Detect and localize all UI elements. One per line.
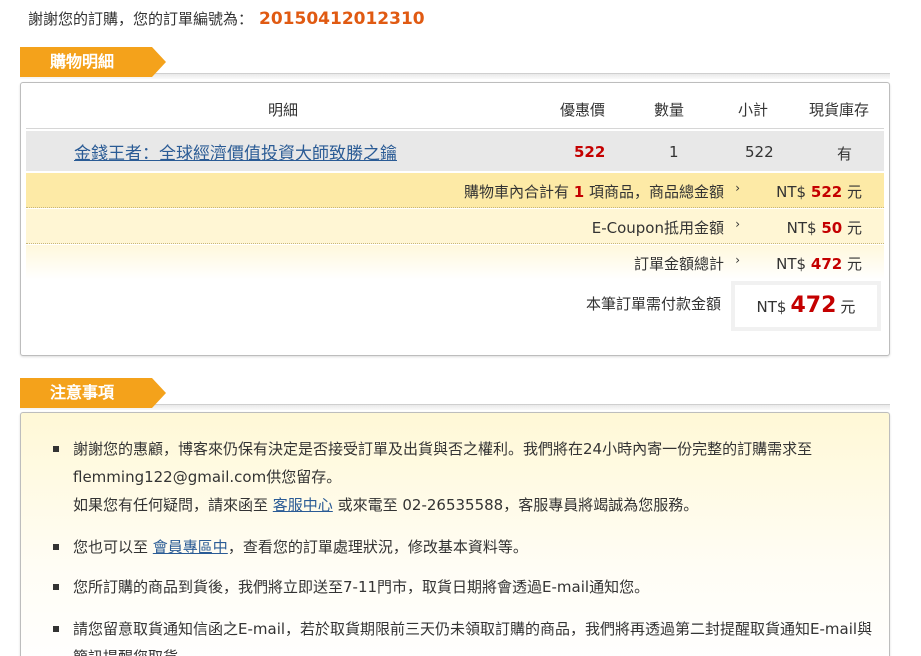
notice-section-tab: 注意事項	[20, 378, 166, 408]
item-stock: 有	[837, 145, 853, 163]
arrow-icon: ›	[735, 253, 740, 267]
bullet-icon	[53, 544, 59, 550]
cart-total-row: 購物車內合計有 1 項商品，商品總金額 › NT$ 522 元	[26, 173, 884, 208]
member-area-link[interactable]: 會員專區中	[153, 538, 228, 556]
detail-section-tab: 購物明細	[20, 47, 166, 77]
table-header: 明細 優惠價 數量 小計 現貨庫存	[26, 85, 884, 129]
item-title-link[interactable]: 金錢王者：全球經濟價值投資大師致勝之鑰	[74, 139, 397, 164]
purchase-detail-panel: 明細 優惠價 數量 小計 現貨庫存 金錢王者：全球經濟價值投資大師致勝之鑰 52…	[20, 82, 890, 356]
customer-service-link[interactable]: 客服中心	[273, 496, 333, 514]
arrow-icon: ›	[735, 181, 740, 195]
col-price: 優惠價	[560, 101, 606, 119]
col-detail: 明細	[268, 101, 299, 119]
bullet-icon	[53, 446, 59, 452]
col-stock: 現貨庫存	[809, 101, 870, 119]
arrow-icon: ›	[735, 217, 740, 231]
cart-total-amount: NT$ 522 元	[776, 183, 862, 201]
notice-panel: 謝謝您的惠顧，博客來仍保有決定是否接受訂單及出貨與否之權利。我們將在24小時內寄…	[20, 412, 890, 656]
payment-due-amount: NT$ 472 元	[735, 285, 877, 327]
item-qty: 1	[669, 143, 679, 161]
payment-due-box: NT$ 472 元	[731, 281, 881, 331]
item-subtotal: 522	[745, 143, 774, 161]
order-total-label: 訂單金額總計	[633, 255, 724, 273]
table-row: 金錢王者：全球經濟價值投資大師致勝之鑰 522 1 522 有	[26, 131, 884, 171]
order-total-amount: NT$ 472 元	[776, 255, 862, 273]
bullet-icon	[53, 626, 59, 632]
notice-section-header: 注意事項	[20, 378, 890, 410]
detail-section-header: 購物明細	[20, 47, 890, 79]
list-item: 您所訂購的商品到貨後，我們將立即送至7-11門市，取貨日期將會透過E-mail通…	[53, 573, 883, 601]
coupon-label: E-Coupon抵用金額	[591, 219, 724, 237]
order-confirmation-message: 謝謝您的訂購，您的訂單編號為： 20150412012310	[28, 8, 425, 29]
list-item: 請您留意取貨通知信函之E-mail，若於取貨期限前三天仍未領取訂購的商品，我們將…	[53, 615, 883, 656]
thanks-text: 謝謝您的訂購，您的訂單編號為：	[28, 10, 254, 28]
list-item: 您也可以至 會員專區中，查看您的訂單處理狀況，修改基本資料等。	[53, 533, 883, 561]
order-number: 20150412012310	[259, 9, 425, 29]
list-item: 謝謝您的惠顧，博客來仍保有決定是否接受訂單及出貨與否之權利。我們將在24小時內寄…	[53, 435, 883, 519]
coupon-row: E-Coupon抵用金額 › NT$ 50 元	[26, 209, 884, 244]
coupon-amount: NT$ 50 元	[786, 219, 862, 237]
col-subtotal: 小計	[738, 101, 769, 119]
item-price: 522	[574, 143, 606, 161]
payment-due-label: 本筆訂單需付款金額	[585, 295, 721, 313]
order-total-row: 訂單金額總計 › NT$ 472 元	[26, 245, 884, 280]
bullet-icon	[53, 584, 59, 590]
cart-total-label: 購物車內合計有 1 項商品，商品總金額	[463, 183, 724, 201]
col-qty: 數量	[654, 101, 685, 119]
